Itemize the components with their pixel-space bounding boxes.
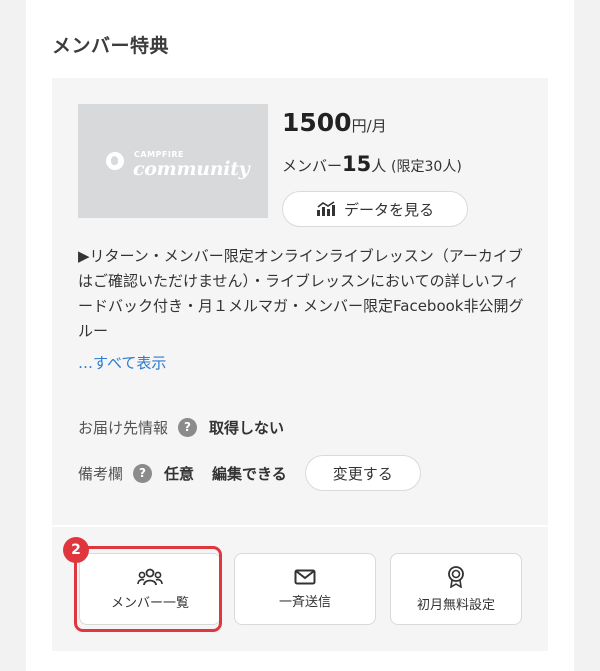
members-limit: (限定30人)	[391, 159, 462, 175]
broadcast-button[interactable]: 一斉送信	[234, 553, 376, 625]
chart-icon	[316, 201, 336, 217]
help-icon[interactable]: ?	[133, 463, 153, 483]
broadcast-label: 一斉送信	[278, 594, 331, 610]
view-data-button[interactable]: データを見る	[282, 191, 468, 227]
delivery-info-row: お届け先情報 ? 取得しない	[78, 417, 284, 438]
step-badge: 2	[63, 537, 89, 563]
change-button[interactable]: 変更する	[304, 455, 421, 491]
notes-value-editable: 編集できる	[212, 464, 287, 483]
notes-row: 備考欄 ? 任意 編集できる 変更する	[78, 455, 421, 491]
first-month-free-button[interactable]: 初月無料設定	[390, 553, 522, 625]
plan-thumbnail: CAMPFIRE community	[78, 104, 268, 218]
plan-description: ▶リターン・メンバー限定オンラインライブレッスン（アーカイブはご確認いただけませ…	[78, 247, 524, 340]
logo-main-text: community	[133, 158, 250, 180]
delivery-label: お届け先情報	[78, 419, 169, 437]
mail-icon	[294, 569, 316, 585]
members-prefix: メンバー	[282, 157, 343, 175]
help-icon[interactable]: ?	[178, 418, 198, 437]
notes-value-optional: 任意	[164, 464, 195, 483]
members-suffix: 人	[371, 157, 387, 175]
campfire-logo-icon	[106, 152, 124, 170]
award-icon	[447, 565, 465, 588]
plan-price: 1500円/月	[282, 108, 387, 137]
price-value: 1500	[282, 108, 352, 137]
member-list-highlight	[74, 546, 222, 632]
members-count-value: 15	[342, 152, 372, 176]
delivery-value: 取得しない	[209, 419, 285, 437]
show-all-link[interactable]: …すべて表示	[78, 352, 166, 373]
price-unit: 円/月	[351, 117, 387, 135]
notes-label: 備考欄	[78, 464, 124, 483]
view-data-label: データを見る	[343, 200, 434, 219]
first-month-free-label: 初月無料設定	[416, 597, 495, 613]
section-title: メンバー特典	[52, 35, 170, 57]
plan-card: CAMPFIRE community 1500円/月 メンバー15人 (限定30…	[52, 78, 548, 525]
member-count: メンバー15人 (限定30人)	[282, 152, 462, 176]
